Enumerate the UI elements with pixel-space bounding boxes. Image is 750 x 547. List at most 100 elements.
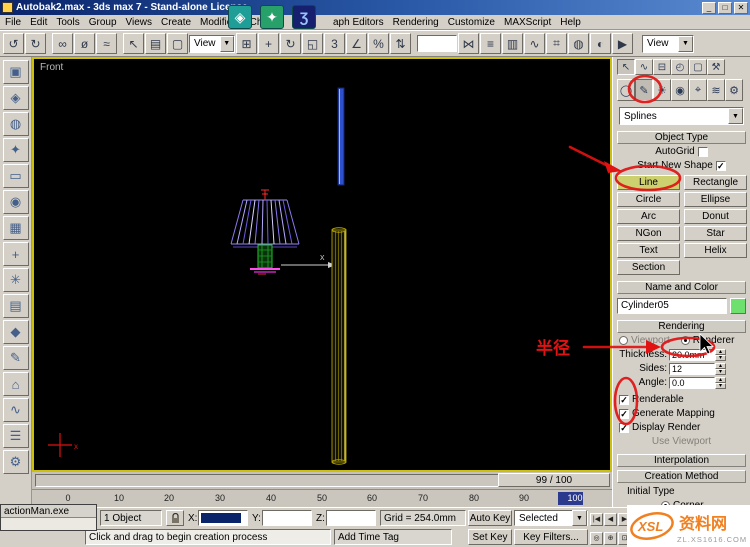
window-crossing-icon[interactable]: ⊞ bbox=[236, 33, 257, 54]
bind-spacewarp-icon[interactable]: ≈ bbox=[96, 33, 117, 54]
selection-filter-dropdown[interactable]: View ▼ bbox=[189, 34, 235, 53]
snap-toggle-3d-icon[interactable]: 3 bbox=[324, 33, 345, 54]
helix-button[interactable]: Helix bbox=[684, 243, 747, 258]
x-coordinate-field[interactable] bbox=[198, 510, 248, 526]
left-tool-6[interactable]: ◉ bbox=[2, 190, 29, 214]
menu-edit[interactable]: Edit bbox=[29, 16, 48, 29]
schematic-view-icon[interactable]: ⌗ bbox=[546, 33, 567, 54]
quick-render-icon[interactable]: ▶ bbox=[612, 33, 633, 54]
select-scale-icon[interactable]: ◱ bbox=[302, 33, 323, 54]
undo-icon[interactable]: ↺ bbox=[3, 33, 24, 54]
tab-modify[interactable]: ∿ bbox=[635, 59, 653, 75]
chevron-down-icon[interactable]: ▼ bbox=[728, 108, 743, 124]
tab-motion[interactable]: ◴ bbox=[671, 59, 689, 75]
render-scene-icon[interactable]: ◐ bbox=[590, 33, 611, 54]
left-tool-14[interactable]: ∿ bbox=[2, 398, 29, 422]
named-selection-field[interactable] bbox=[417, 35, 457, 52]
tab-create[interactable]: ↖ bbox=[617, 59, 635, 75]
section-button[interactable]: Section bbox=[617, 260, 680, 275]
minimize-button[interactable]: _ bbox=[702, 1, 716, 14]
spinner-down-icon[interactable]: ▾ bbox=[715, 354, 726, 361]
rollout-name-and-color[interactable]: Name and Color bbox=[617, 281, 746, 294]
shape-category-dropdown[interactable]: Splines ▼ bbox=[619, 107, 744, 125]
auto-key-button[interactable]: Auto Key bbox=[468, 510, 512, 526]
chevron-down-icon[interactable]: ▼ bbox=[572, 510, 587, 526]
sides-field[interactable]: 12 bbox=[669, 362, 715, 375]
set-key-button[interactable]: Set Key bbox=[468, 529, 512, 545]
chevron-down-icon[interactable]: ▼ bbox=[219, 35, 234, 52]
left-tool-11[interactable]: ◆ bbox=[2, 320, 29, 344]
circle-button[interactable]: Circle bbox=[617, 192, 680, 207]
menu-group[interactable]: Group bbox=[88, 16, 118, 29]
viewport-radio[interactable] bbox=[619, 336, 628, 345]
viewport-label[interactable]: Front bbox=[40, 62, 63, 73]
front-viewport[interactable]: Front x x bbox=[32, 57, 612, 472]
selected-dropdown[interactable]: Selected ▼ bbox=[514, 510, 588, 526]
menu-tools[interactable]: Tools bbox=[55, 16, 80, 29]
lamp-stand-object[interactable] bbox=[257, 244, 273, 269]
category-systems[interactable]: ⚙ bbox=[725, 79, 743, 101]
select-link-icon[interactable]: ∞ bbox=[52, 33, 73, 54]
time-slider-handle[interactable]: 99 / 100 bbox=[498, 473, 610, 487]
mirror-icon[interactable]: ⋈ bbox=[458, 33, 479, 54]
tab-display[interactable]: ▢ bbox=[689, 59, 707, 75]
zoom-icon[interactable]: ◎ bbox=[590, 531, 603, 545]
selection-lock-icon[interactable] bbox=[166, 510, 184, 526]
z-coordinate-field[interactable] bbox=[326, 510, 376, 526]
lamp-shade-object[interactable] bbox=[230, 199, 300, 248]
chevron-down-icon[interactable]: ▼ bbox=[678, 35, 693, 52]
menu-rendering[interactable]: Rendering bbox=[392, 16, 440, 29]
menu-help[interactable]: Help bbox=[559, 16, 582, 29]
star-button[interactable]: Star bbox=[684, 226, 747, 241]
rollout-object-type[interactable]: Object Type bbox=[617, 131, 746, 144]
track-bar[interactable]: 0 10 20 30 40 50 60 70 80 90 100 bbox=[32, 489, 612, 507]
ngon-button[interactable]: NGon bbox=[617, 226, 680, 241]
rollout-rendering[interactable]: Rendering bbox=[617, 320, 746, 333]
rectangle-button[interactable]: Rectangle bbox=[684, 175, 747, 190]
go-start-icon[interactable]: |◀ bbox=[590, 512, 603, 526]
align-icon[interactable]: ≡ bbox=[480, 33, 501, 54]
y-coordinate-field[interactable] bbox=[262, 510, 312, 526]
add-time-tag[interactable]: Add Time Tag bbox=[334, 529, 452, 545]
left-tool-2[interactable]: ◈ bbox=[2, 86, 29, 110]
category-lights[interactable]: ☀ bbox=[653, 79, 671, 101]
spinner-snap-icon[interactable]: ⇅ bbox=[390, 33, 411, 54]
tray-icon-1[interactable]: ◈ bbox=[228, 5, 252, 29]
angle-snap-icon[interactable]: ∠ bbox=[346, 33, 367, 54]
redo-icon[interactable]: ↻ bbox=[25, 33, 46, 54]
unlink-icon[interactable]: ø bbox=[74, 33, 95, 54]
cylinder-object[interactable] bbox=[331, 227, 347, 465]
menu-file[interactable]: File bbox=[4, 16, 22, 29]
left-tool-13[interactable]: ⌂ bbox=[2, 372, 29, 396]
left-tool-12[interactable]: ✎ bbox=[2, 346, 29, 370]
renderer-radio[interactable] bbox=[680, 336, 690, 345]
category-helpers[interactable]: ⌖ bbox=[689, 79, 707, 101]
menu-customize[interactable]: Customize bbox=[447, 16, 496, 29]
ellipse-button[interactable]: Ellipse bbox=[684, 192, 747, 207]
tray-icon-2[interactable]: ✦ bbox=[260, 5, 284, 29]
spinner-down-icon[interactable]: ▾ bbox=[715, 382, 726, 389]
left-tool-1[interactable]: ▣ bbox=[2, 60, 29, 84]
display-render-checkbox[interactable]: ✓ bbox=[619, 422, 629, 433]
category-spacewarps[interactable]: ≋ bbox=[707, 79, 725, 101]
object-name-field[interactable]: Cylinder05 bbox=[617, 298, 727, 314]
select-by-name-icon[interactable]: ▤ bbox=[145, 33, 166, 54]
3dsmax-logo-icon[interactable]: Ʒ bbox=[292, 5, 316, 29]
percent-snap-icon[interactable]: % bbox=[368, 33, 389, 54]
angle-spinner[interactable]: ▴ ▾ bbox=[715, 376, 726, 389]
left-tool-15[interactable]: ☰ bbox=[2, 424, 29, 448]
select-move-icon[interactable]: + bbox=[258, 33, 279, 54]
line-button[interactable]: Line bbox=[617, 175, 680, 190]
donut-button[interactable]: Donut bbox=[684, 209, 747, 224]
render-view-dropdown[interactable]: View ▼ bbox=[642, 34, 694, 53]
select-rotate-icon[interactable]: ↻ bbox=[280, 33, 301, 54]
start-new-shape-checkbox[interactable]: ✓ bbox=[715, 160, 726, 171]
select-object-icon[interactable]: ↖ bbox=[123, 33, 144, 54]
category-cameras[interactable]: ◉ bbox=[671, 79, 689, 101]
thickness-spinner[interactable]: ▴ ▾ bbox=[715, 348, 726, 361]
rollout-creation-method[interactable]: Creation Method bbox=[617, 470, 746, 483]
left-tool-10[interactable]: ▤ bbox=[2, 294, 29, 318]
material-editor-icon[interactable]: ◍ bbox=[568, 33, 589, 54]
left-tool-16[interactable]: ⚙ bbox=[2, 450, 29, 474]
sides-spinner[interactable]: ▴ ▾ bbox=[715, 362, 726, 375]
